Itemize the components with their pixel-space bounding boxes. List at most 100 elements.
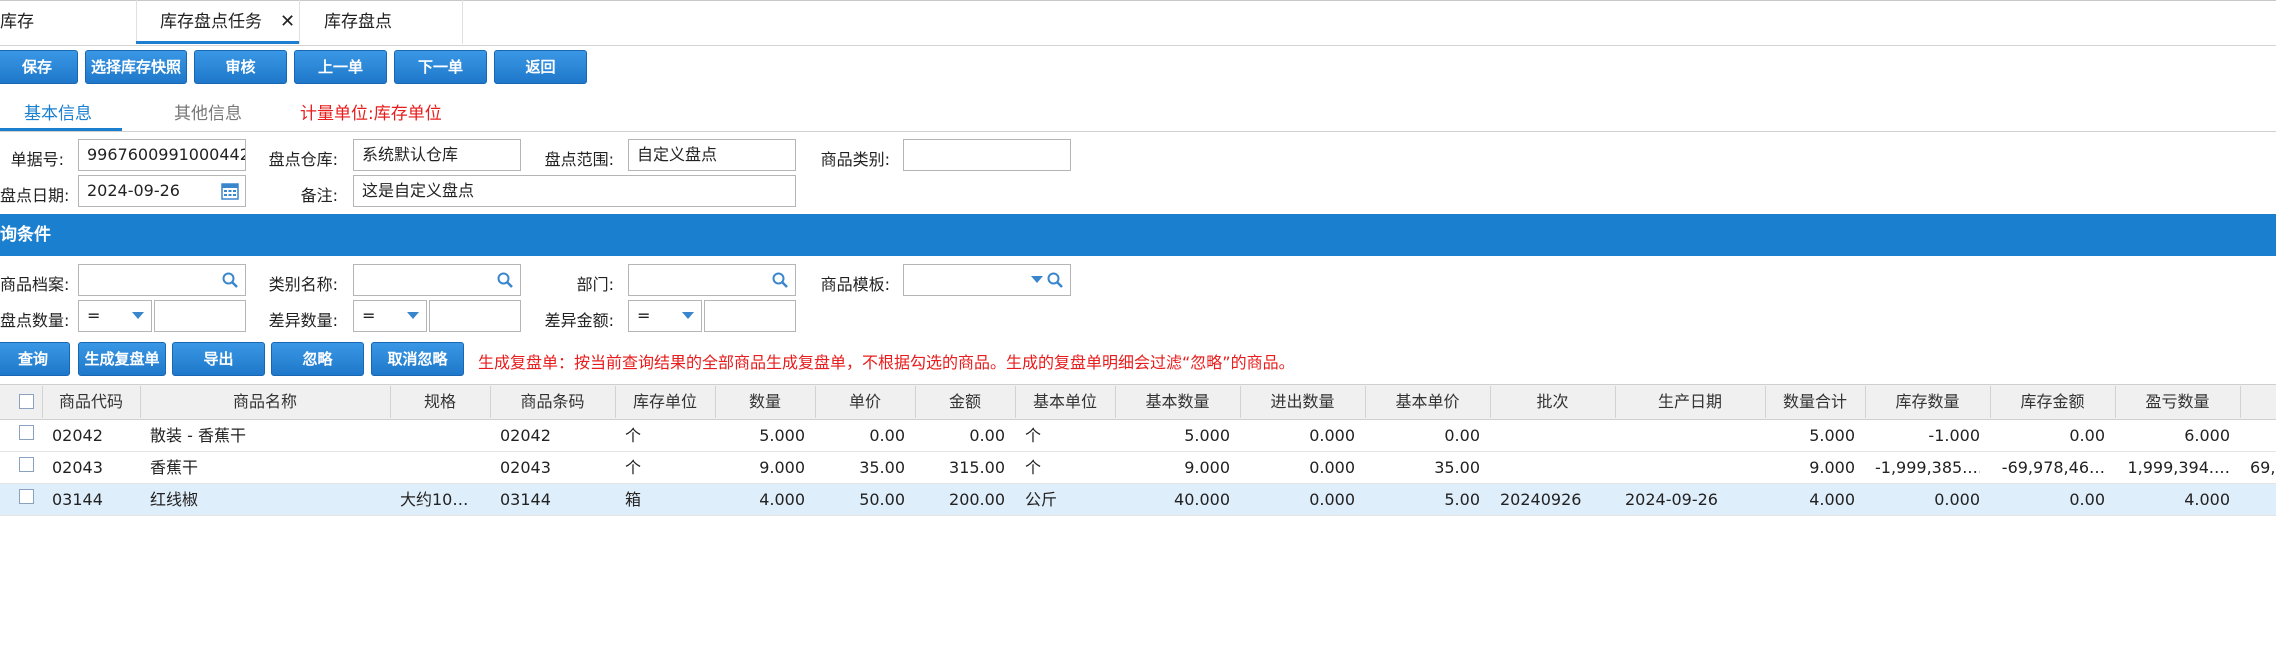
column-header-barcode[interactable]: 商品条码: [490, 384, 615, 420]
count-qty-operator[interactable]: =: [78, 300, 152, 332]
export-button[interactable]: 导出: [172, 342, 265, 376]
cell-stock-unit: 箱: [625, 490, 642, 509]
remark-label: 备注:: [300, 186, 338, 205]
category-name-search-field[interactable]: [353, 264, 521, 296]
column-divider[interactable]: [1490, 386, 1491, 418]
cell-unit-price: 35.00: [859, 458, 905, 477]
column-header-base-price[interactable]: 基本单价: [1365, 384, 1490, 420]
cell-amount: 0.00: [969, 426, 1005, 445]
column-divider[interactable]: [815, 386, 816, 418]
search-icon[interactable]: [221, 271, 239, 289]
scope-field[interactable]: 自定义盘点: [628, 139, 796, 171]
column-divider[interactable]: [2115, 386, 2116, 418]
subtab-other-info[interactable]: 其他信息: [174, 100, 242, 128]
column-header-unit-price[interactable]: 单价: [815, 384, 915, 420]
column-divider[interactable]: [2240, 386, 2241, 418]
tab-divider: [299, 0, 300, 44]
column-divider[interactable]: [615, 386, 616, 418]
diff-qty-operator[interactable]: =: [353, 300, 427, 332]
column-header-amount[interactable]: 金额: [915, 384, 1015, 420]
column-divider[interactable]: [915, 386, 916, 418]
column-divider[interactable]: [715, 386, 716, 418]
column-header-base-unit[interactable]: 基本单位: [1015, 384, 1115, 420]
column-divider[interactable]: [1615, 386, 1616, 418]
subtab-basic-info[interactable]: 基本信息: [24, 100, 92, 128]
template-select-field[interactable]: [903, 264, 1071, 296]
doc-no-field[interactable]: 9967600991000442: [78, 139, 246, 171]
cell-barcode: 03144: [500, 490, 551, 509]
column-header-base-quantity[interactable]: 基本数量: [1115, 384, 1240, 420]
row-checkbox[interactable]: [19, 489, 34, 504]
audit-button[interactable]: 审核: [194, 50, 287, 84]
query-button[interactable]: 查询: [0, 342, 70, 376]
row-checkbox[interactable]: [19, 457, 34, 472]
column-header-profit-loss-quantity[interactable]: 盈亏数量: [2115, 384, 2240, 420]
column-divider[interactable]: [140, 386, 141, 418]
prev-record-button[interactable]: 上一单: [294, 50, 387, 84]
tab-inventory-count[interactable]: 库存盘点: [324, 0, 392, 44]
column-divider[interactable]: [1765, 386, 1766, 418]
column-header-product-name[interactable]: 商品名称: [140, 384, 390, 420]
cell-stock-amount: 0.00: [2069, 490, 2105, 509]
date-field[interactable]: 2024-09-26: [78, 175, 246, 207]
next-record-button[interactable]: 下一单: [394, 50, 487, 84]
count-qty-input[interactable]: [154, 300, 246, 332]
cell-stock-amount: 0.00: [2069, 426, 2105, 445]
column-header-in-out-quantity[interactable]: 进出数量: [1240, 384, 1365, 420]
column-header-stock-amount[interactable]: 库存金额: [1990, 384, 2115, 420]
search-icon[interactable]: [1046, 271, 1064, 289]
cell-quantity: 9.000: [759, 458, 805, 477]
column-header-stock-quantity[interactable]: 库存数量: [1865, 384, 1990, 420]
save-button[interactable]: 保存: [0, 50, 78, 84]
select-snapshot-button[interactable]: 选择库存快照: [85, 50, 187, 84]
remark-field[interactable]: 这是自定义盘点: [353, 175, 796, 207]
chevron-down-icon[interactable]: [406, 311, 420, 321]
column-divider[interactable]: [1115, 386, 1116, 418]
tab-inventory[interactable]: 库存: [0, 0, 34, 44]
column-header-batch[interactable]: 批次: [1490, 384, 1615, 420]
category-field[interactable]: [903, 139, 1071, 171]
warehouse-field[interactable]: 系统默认仓库: [353, 139, 521, 171]
column-divider[interactable]: [42, 386, 43, 418]
cell-spec: [400, 452, 480, 484]
tab-inventory-count-task[interactable]: 库存盘点任务: [160, 0, 262, 44]
diff-amt-input[interactable]: [704, 300, 796, 332]
close-icon[interactable]: ✕: [280, 0, 295, 44]
generate-recount-button[interactable]: 生成复盘单: [78, 342, 166, 376]
back-button[interactable]: 返回: [494, 50, 587, 84]
calendar-icon[interactable]: [221, 182, 239, 200]
column-header-mfg-date[interactable]: 生产日期: [1615, 384, 1765, 420]
diff-qty-input[interactable]: [429, 300, 521, 332]
chevron-down-icon[interactable]: [1030, 275, 1044, 285]
column-divider[interactable]: [1015, 386, 1016, 418]
product-search-field[interactable]: [78, 264, 246, 296]
diff-qty-label: 差异数量:: [268, 311, 338, 330]
ignore-button[interactable]: 忽略: [271, 342, 364, 376]
cell-stock-quantity: -1.000: [1928, 426, 1980, 445]
search-icon[interactable]: [771, 271, 789, 289]
column-header-quantity-total[interactable]: 数量合计: [1765, 384, 1865, 420]
column-divider[interactable]: [1990, 386, 1991, 418]
column-divider[interactable]: [490, 386, 491, 418]
chevron-down-icon[interactable]: [681, 311, 695, 321]
cell-quantity-total: 4.000: [1809, 490, 1855, 509]
dept-search-field[interactable]: [628, 264, 796, 296]
unignore-button[interactable]: 取消忽略: [371, 342, 464, 376]
select-all-checkbox[interactable]: [19, 394, 34, 409]
column-header-product-code[interactable]: 商品代码: [42, 384, 140, 420]
cell-base-price: 5.00: [1444, 490, 1480, 509]
cell-base-quantity: 40.000: [1174, 490, 1230, 509]
diff-amt-operator[interactable]: =: [628, 300, 702, 332]
column-divider[interactable]: [390, 386, 391, 418]
row-checkbox[interactable]: [19, 425, 34, 440]
search-icon[interactable]: [496, 271, 514, 289]
cell-base-price: 35.00: [1434, 458, 1480, 477]
column-header-stock-unit[interactable]: 库存单位: [615, 384, 715, 420]
column-header-spec[interactable]: 规格: [390, 384, 490, 420]
chevron-down-icon[interactable]: [131, 311, 145, 321]
column-header-quantity[interactable]: 数量: [715, 384, 815, 420]
column-divider[interactable]: [1240, 386, 1241, 418]
column-divider[interactable]: [1865, 386, 1866, 418]
cell-stock-quantity: 0.000: [1934, 490, 1980, 509]
column-divider[interactable]: [1365, 386, 1366, 418]
